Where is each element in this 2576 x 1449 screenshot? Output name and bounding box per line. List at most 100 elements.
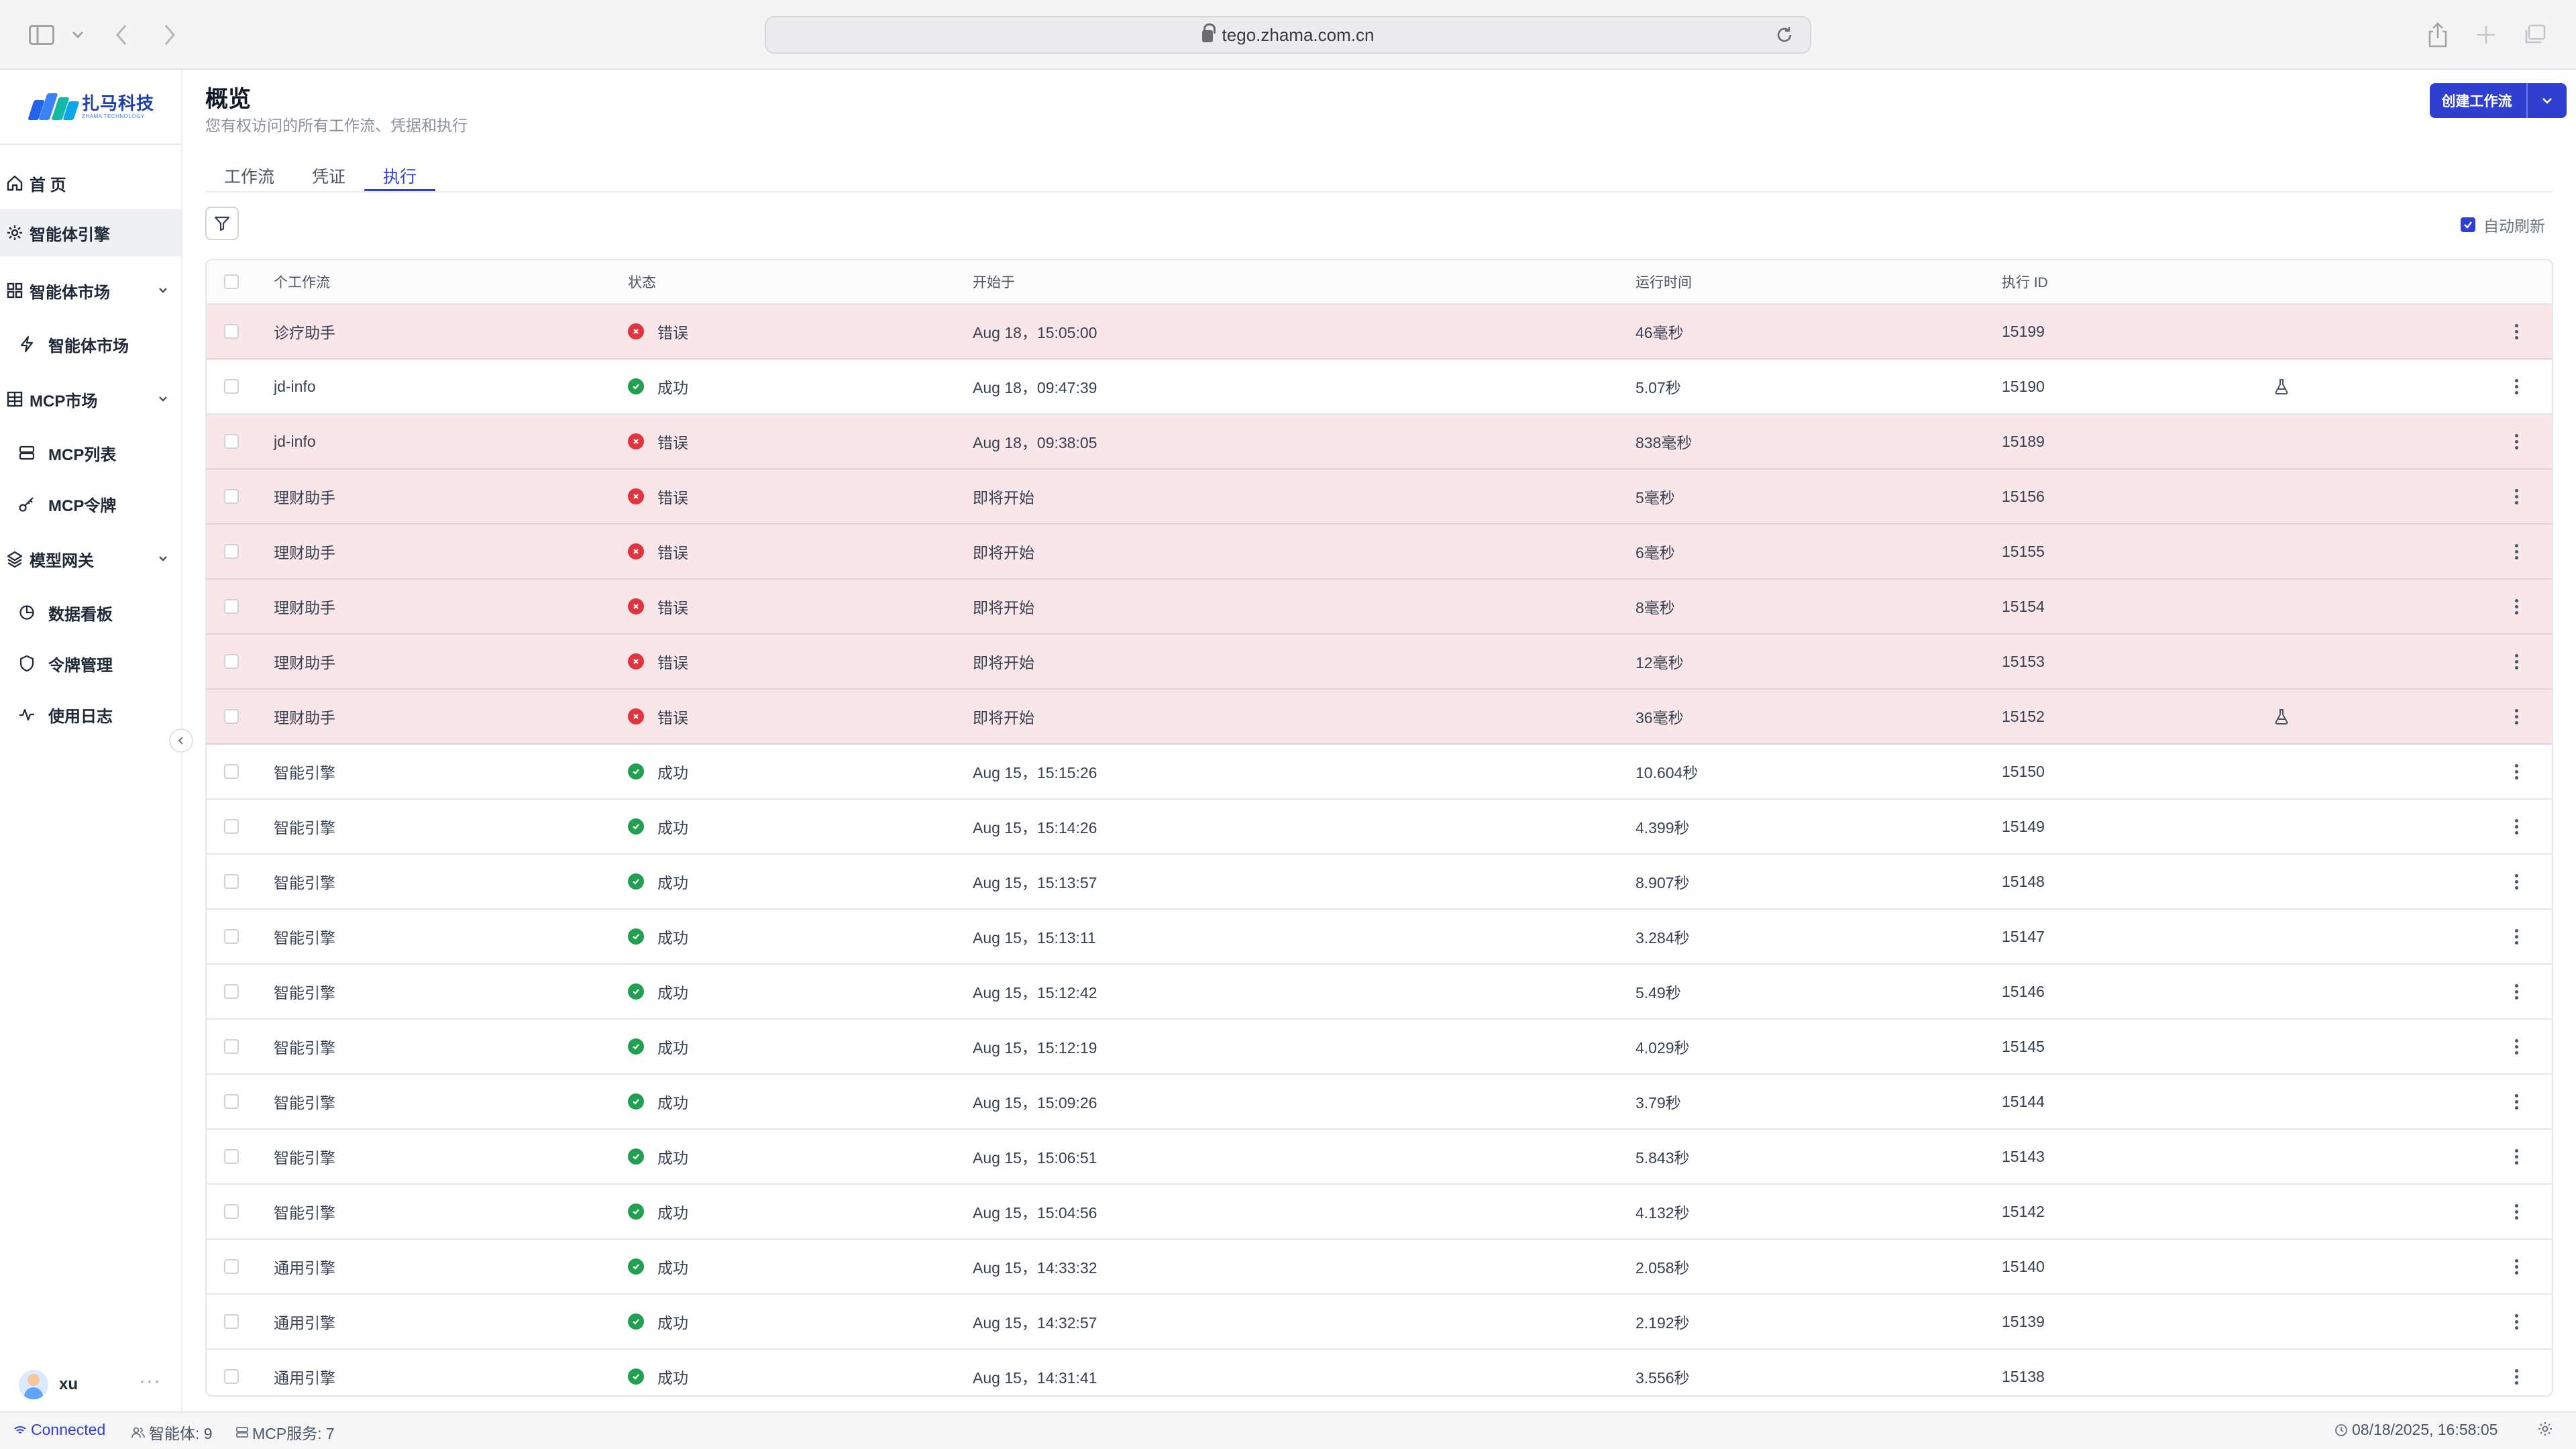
table-row[interactable]: 诊疗助手 错误 Aug 18，15:05:00 46毫秒 15199 [207, 305, 2552, 360]
row-actions-button[interactable] [2514, 360, 2518, 413]
flask-icon[interactable] [2274, 360, 2289, 413]
workflow-name[interactable]: 通用引擎 [274, 1295, 335, 1348]
row-actions-button[interactable] [2514, 690, 2518, 743]
tab-credentials[interactable]: 凭证 [293, 156, 364, 192]
row-actions-button[interactable] [2514, 305, 2518, 358]
filter-button[interactable] [205, 207, 239, 240]
table-row[interactable]: 理财助手 错误 即将开始 6毫秒 15155 [207, 525, 2552, 580]
sidebar-item-agent-engine[interactable]: 智能体引擎 [0, 209, 181, 256]
table-row[interactable]: 智能引擎 成功 Aug 15，15:06:51 5.843秒 15143 [207, 1130, 2552, 1185]
create-workflow-button[interactable]: 创建工作流 [2430, 83, 2567, 118]
sidebar-toggle-icon[interactable] [28, 20, 55, 50]
row-checkbox[interactable] [224, 379, 239, 394]
address-bar[interactable]: tego.zhama.com.cn [765, 16, 1811, 54]
row-actions-button[interactable] [2514, 1130, 2518, 1183]
workflow-name[interactable]: 理财助手 [274, 525, 335, 578]
row-checkbox[interactable] [224, 599, 239, 614]
sidebar-item-agent-market[interactable]: 智能体市场 [0, 321, 181, 368]
select-all-checkbox[interactable] [224, 274, 239, 289]
tabs-overview-icon[interactable] [2521, 20, 2548, 50]
row-actions-button[interactable] [2514, 1020, 2518, 1073]
table-row[interactable]: 理财助手 错误 即将开始 5毫秒 15156 [207, 470, 2552, 525]
user-menu[interactable]: xu ··· [0, 1358, 181, 1411]
workflow-name[interactable]: 智能引擎 [274, 965, 335, 1018]
sidebar-item-dashboard[interactable]: 数据看板 [0, 589, 181, 636]
row-actions-button[interactable] [2514, 910, 2518, 963]
column-header-execution-id[interactable]: 执行 ID [2002, 260, 2048, 303]
sidebar-item-mcp-list[interactable]: MCP列表 [0, 429, 181, 476]
row-actions-button[interactable] [2514, 525, 2518, 578]
create-dropdown-button[interactable] [2528, 97, 2567, 105]
new-tab-icon[interactable] [2473, 20, 2500, 50]
row-checkbox[interactable] [224, 544, 239, 559]
brand-logo[interactable]: 扎马科技 ZHAMA TECHNOLOGY [28, 90, 154, 123]
column-header-status[interactable]: 状态 [628, 260, 656, 303]
sidebar-item-usage-log[interactable]: 使用日志 [0, 691, 181, 738]
row-checkbox[interactable] [224, 324, 239, 339]
table-row[interactable]: 智能引擎 成功 Aug 15，15:13:11 3.284秒 15147 [207, 910, 2552, 965]
share-icon[interactable] [2424, 20, 2451, 50]
flask-icon[interactable] [2274, 690, 2289, 743]
tab-executions[interactable]: 执行 [364, 156, 436, 192]
chevron-down-icon[interactable] [154, 550, 172, 568]
row-checkbox[interactable] [224, 1094, 239, 1109]
row-checkbox[interactable] [224, 434, 239, 449]
workflow-name[interactable]: jd-info [274, 360, 316, 413]
table-row[interactable]: 通用引擎 成功 Aug 15，14:33:32 2.058秒 15140 [207, 1240, 2552, 1295]
workflow-name[interactable]: 智能引擎 [274, 1130, 335, 1183]
workflow-name[interactable]: 理财助手 [274, 580, 335, 633]
row-checkbox[interactable] [224, 1314, 239, 1329]
row-checkbox[interactable] [224, 1204, 239, 1219]
row-checkbox[interactable] [224, 1369, 239, 1384]
table-row[interactable]: 理财助手 错误 即将开始 12毫秒 15153 [207, 635, 2552, 690]
workflow-name[interactable]: 智能引擎 [274, 1020, 335, 1073]
table-row[interactable]: 智能引擎 成功 Aug 15，15:12:42 5.49秒 15146 [207, 965, 2552, 1020]
workflow-name[interactable]: jd-info [274, 415, 316, 468]
row-actions-button[interactable] [2514, 1075, 2518, 1128]
workflow-name[interactable]: 智能引擎 [274, 1185, 335, 1238]
row-actions-button[interactable] [2514, 635, 2518, 688]
row-checkbox[interactable] [224, 764, 239, 779]
sidebar-item-home[interactable]: 首 页 [0, 160, 181, 207]
row-checkbox[interactable] [224, 1149, 239, 1164]
forward-icon[interactable] [160, 20, 180, 50]
row-checkbox[interactable] [224, 1039, 239, 1054]
tab-workflows[interactable]: 工作流 [205, 156, 293, 192]
back-icon[interactable] [111, 20, 131, 50]
row-actions-button[interactable] [2514, 855, 2518, 908]
row-actions-button[interactable] [2514, 745, 2518, 798]
sidebar-group-agent-market[interactable]: 智能体市场 [0, 267, 181, 314]
row-actions-button[interactable] [2514, 800, 2518, 853]
row-actions-button[interactable] [2514, 1350, 2518, 1395]
row-checkbox[interactable] [224, 709, 239, 724]
table-row[interactable]: 智能引擎 成功 Aug 15，15:13:57 8.907秒 15148 [207, 855, 2552, 910]
table-row[interactable]: jd-info 成功 Aug 18，09:47:39 5.07秒 15190 [207, 360, 2552, 415]
table-row[interactable]: 智能引擎 成功 Aug 15，15:14:26 4.399秒 15149 [207, 800, 2552, 855]
table-row[interactable]: jd-info 错误 Aug 18，09:38:05 838毫秒 15189 [207, 415, 2552, 470]
column-header-runtime[interactable]: 运行时间 [1635, 260, 1692, 303]
more-icon[interactable]: ··· [139, 1370, 161, 1393]
collapse-sidebar-button[interactable] [169, 729, 193, 753]
auto-refresh-toggle[interactable]: 自动刷新 [2461, 213, 2545, 236]
table-row[interactable]: 智能引擎 成功 Aug 15，15:12:19 4.029秒 15145 [207, 1020, 2552, 1075]
row-checkbox[interactable] [224, 654, 239, 669]
table-row[interactable]: 智能引擎 成功 Aug 15，15:15:26 10.604秒 15150 [207, 745, 2552, 800]
row-checkbox[interactable] [224, 874, 239, 889]
chevron-down-icon[interactable] [70, 20, 86, 50]
column-header-workflow[interactable]: 个工作流 [274, 260, 330, 303]
row-actions-button[interactable] [2514, 1185, 2518, 1238]
table-row[interactable]: 理财助手 错误 即将开始 36毫秒 15152 [207, 690, 2552, 745]
workflow-name[interactable]: 通用引擎 [274, 1240, 335, 1293]
workflow-name[interactable]: 智能引擎 [274, 745, 335, 798]
row-actions-button[interactable] [2514, 470, 2518, 523]
row-checkbox[interactable] [224, 984, 239, 999]
table-row[interactable]: 智能引擎 成功 Aug 15，15:09:26 3.79秒 15144 [207, 1075, 2552, 1130]
row-checkbox[interactable] [224, 1259, 239, 1274]
workflow-name[interactable]: 智能引擎 [274, 1075, 335, 1128]
workflow-name[interactable]: 诊疗助手 [274, 305, 335, 358]
row-actions-button[interactable] [2514, 580, 2518, 633]
workflow-name[interactable]: 理财助手 [274, 470, 335, 523]
row-actions-button[interactable] [2514, 965, 2518, 1018]
column-header-started[interactable]: 开始于 [973, 260, 1015, 303]
row-actions-button[interactable] [2514, 1240, 2518, 1293]
